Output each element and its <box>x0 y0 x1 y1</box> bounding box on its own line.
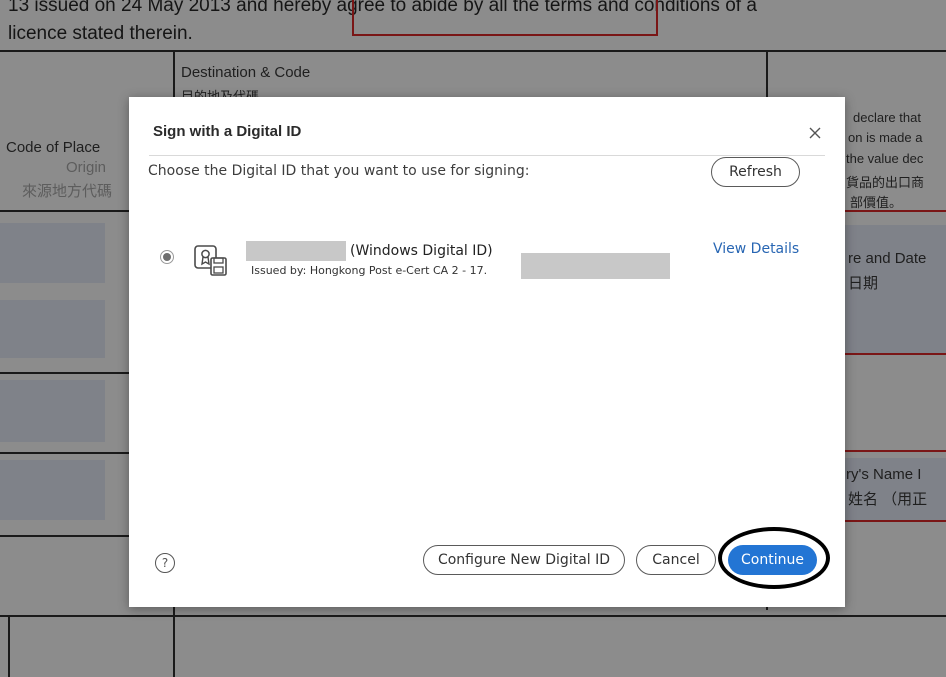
declaration-text: on is made a <box>848 130 923 145</box>
declaration-text: declare that <box>853 110 921 125</box>
signature-date-label: re and Date <box>848 250 927 267</box>
document-text-line-2: licence stated therein. <box>8 23 193 44</box>
help-icon[interactable]: ? <box>155 553 175 573</box>
digital-id-type: (Windows Digital ID) <box>350 243 493 259</box>
table-line <box>0 535 129 537</box>
declaration-text: the value dec <box>846 151 924 166</box>
radio-selected-dot <box>163 253 171 261</box>
cancel-button[interactable]: Cancel <box>636 545 716 575</box>
dialog-prompt: Choose the Digital ID that you want to u… <box>148 163 530 179</box>
signature-field-highlight <box>845 520 946 522</box>
signature-field-highlight <box>352 0 658 36</box>
signature-date-label-cn: 日期 <box>848 275 879 292</box>
signature-field-highlight <box>845 353 946 355</box>
certificate-icon <box>194 245 230 277</box>
origin-label-cn: 來源地方代碼 <box>22 183 113 200</box>
table-line <box>0 452 129 454</box>
configure-new-digital-id-button[interactable]: Configure New Digital ID <box>423 545 625 575</box>
table-line <box>8 615 10 677</box>
table-line <box>0 50 946 52</box>
table-line <box>0 372 129 374</box>
sign-digital-id-dialog: Sign with a Digital ID Choose the Digita… <box>129 97 845 607</box>
form-field <box>0 300 105 358</box>
form-field <box>0 380 105 442</box>
signatory-name-label-cn: 姓名 （用正 <box>848 491 928 508</box>
refresh-button[interactable]: Refresh <box>711 157 800 187</box>
digital-id-issuer: Issued by: Hongkong Post e-Cert CA 2 - 1… <box>251 264 488 277</box>
redacted-name <box>246 241 346 261</box>
digital-id-radio[interactable] <box>160 250 174 264</box>
title-divider <box>149 155 825 156</box>
signature-field-highlight <box>845 210 946 212</box>
continue-button[interactable]: Continue <box>728 545 817 575</box>
dialog-title: Sign with a Digital ID <box>153 123 302 140</box>
declaration-text-cn: 部價值。 <box>850 195 903 210</box>
form-field <box>0 223 105 283</box>
close-icon[interactable] <box>803 121 827 145</box>
table-line <box>0 615 946 617</box>
redacted-serial <box>521 253 670 279</box>
declaration-text-cn: 貨品的出口商 <box>846 175 925 190</box>
form-field <box>0 460 105 520</box>
origin-label: Origin <box>66 159 107 176</box>
code-of-place-label: Code of Place <box>6 139 101 156</box>
signature-field-highlight <box>845 450 946 452</box>
destination-header: Destination & Code <box>181 64 311 81</box>
view-details-link[interactable]: View Details <box>713 241 799 257</box>
signatory-name-label: ry's Name I <box>846 466 922 483</box>
